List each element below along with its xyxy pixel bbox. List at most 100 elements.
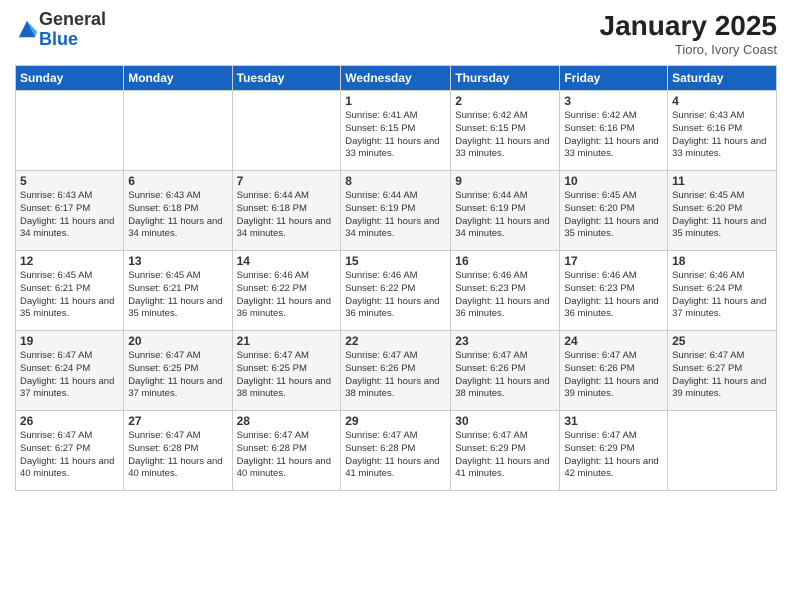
day-info: Sunrise: 6:47 AM Sunset: 6:25 PM Dayligh…: [128, 350, 227, 401]
day-info: Sunrise: 6:44 AM Sunset: 6:18 PM Dayligh…: [237, 190, 337, 241]
col-header-thursday: Thursday: [451, 66, 560, 91]
day-cell: 4Sunrise: 6:43 AM Sunset: 6:16 PM Daylig…: [668, 91, 777, 171]
day-cell: 28Sunrise: 6:47 AM Sunset: 6:28 PM Dayli…: [232, 411, 341, 491]
day-info: Sunrise: 6:47 AM Sunset: 6:29 PM Dayligh…: [455, 430, 555, 481]
day-number: 6: [128, 174, 227, 188]
day-info: Sunrise: 6:46 AM Sunset: 6:22 PM Dayligh…: [345, 270, 446, 321]
day-info: Sunrise: 6:47 AM Sunset: 6:27 PM Dayligh…: [672, 350, 772, 401]
day-cell: 18Sunrise: 6:46 AM Sunset: 6:24 PM Dayli…: [668, 251, 777, 331]
day-number: 31: [564, 414, 663, 428]
day-number: 11: [672, 174, 772, 188]
day-info: Sunrise: 6:45 AM Sunset: 6:20 PM Dayligh…: [672, 190, 772, 241]
day-cell: 21 Sunrise: 6:47 AM Sunset: 6:25 PM Dayli…: [232, 331, 341, 411]
day-cell: 31 Sunrise: 6:47 AM Sunset: 6:29 PM Dayli…: [560, 411, 668, 491]
day-number: 13: [128, 254, 227, 268]
day-number: 5: [20, 174, 119, 188]
col-header-monday: Monday: [124, 66, 232, 91]
day-cell: 5 Sunrise: 6:43 AM Sunset: 6:17 PM Daylig…: [16, 171, 124, 251]
day-number: 27: [128, 414, 227, 428]
day-number: 1: [345, 94, 446, 108]
page-header: General Blue January 2025 Tioro, Ivory C…: [15, 10, 777, 57]
day-cell: 7Sunrise: 6:44 AM Sunset: 6:18 PM Daylig…: [232, 171, 341, 251]
day-info: Sunrise: 6:43 AM Sunset: 6:17 PM Dayligh…: [20, 190, 119, 241]
col-header-wednesday: Wednesday: [341, 66, 451, 91]
day-number: 30: [455, 414, 555, 428]
day-cell: 10 Sunrise: 6:45 AM Sunset: 6:20 PM Dayli…: [560, 171, 668, 251]
day-number: 15: [345, 254, 446, 268]
day-cell: 23Sunrise: 6:47 AM Sunset: 6:26 PM Dayli…: [451, 331, 560, 411]
day-number: 14: [237, 254, 337, 268]
day-cell: 17 Sunrise: 6:46 AM Sunset: 6:23 PM Dayli…: [560, 251, 668, 331]
logo-icon: [17, 19, 37, 41]
day-info: Sunrise: 6:47 AM Sunset: 6:26 PM Dayligh…: [345, 350, 446, 401]
day-number: 21: [237, 334, 337, 348]
day-cell: 30 Sunrise: 6:47 AM Sunset: 6:29 PM Dayli…: [451, 411, 560, 491]
day-number: 29: [345, 414, 446, 428]
week-row-3: 12 Sunrise: 6:45 AM Sunset: 6:21 PM Dayli…: [16, 251, 777, 331]
day-info: Sunrise: 6:43 AM Sunset: 6:16 PM Dayligh…: [672, 110, 772, 161]
day-number: 9: [455, 174, 555, 188]
week-row-1: 1 Sunrise: 6:41 AM Sunset: 6:15 PM Daylig…: [16, 91, 777, 171]
day-cell: 20 Sunrise: 6:47 AM Sunset: 6:25 PM Dayli…: [124, 331, 232, 411]
col-header-tuesday: Tuesday: [232, 66, 341, 91]
day-cell: [668, 411, 777, 491]
day-info: Sunrise: 6:45 AM Sunset: 6:20 PM Dayligh…: [564, 190, 663, 241]
week-row-4: 19Sunrise: 6:47 AM Sunset: 6:24 PM Dayli…: [16, 331, 777, 411]
day-info: Sunrise: 6:43 AM Sunset: 6:18 PM Dayligh…: [128, 190, 227, 241]
day-info: Sunrise: 6:42 AM Sunset: 6:15 PM Dayligh…: [455, 110, 555, 161]
day-cell: 9 Sunrise: 6:44 AM Sunset: 6:19 PM Daylig…: [451, 171, 560, 251]
day-info: Sunrise: 6:42 AM Sunset: 6:16 PM Dayligh…: [564, 110, 663, 161]
day-cell: [232, 91, 341, 171]
day-cell: 14 Sunrise: 6:46 AM Sunset: 6:22 PM Dayli…: [232, 251, 341, 331]
day-info: Sunrise: 6:41 AM Sunset: 6:15 PM Dayligh…: [345, 110, 446, 161]
logo-blue-text: Blue: [39, 29, 78, 49]
day-number: 25: [672, 334, 772, 348]
day-number: 26: [20, 414, 119, 428]
day-cell: 6 Sunrise: 6:43 AM Sunset: 6:18 PM Daylig…: [124, 171, 232, 251]
day-info: Sunrise: 6:46 AM Sunset: 6:23 PM Dayligh…: [564, 270, 663, 321]
title-block: January 2025 Tioro, Ivory Coast: [600, 10, 777, 57]
week-row-5: 26Sunrise: 6:47 AM Sunset: 6:27 PM Dayli…: [16, 411, 777, 491]
day-info: Sunrise: 6:46 AM Sunset: 6:23 PM Dayligh…: [455, 270, 555, 321]
day-info: Sunrise: 6:44 AM Sunset: 6:19 PM Dayligh…: [345, 190, 446, 241]
day-number: 16: [455, 254, 555, 268]
location: Tioro, Ivory Coast: [600, 42, 777, 57]
day-number: 24: [564, 334, 663, 348]
day-number: 2: [455, 94, 555, 108]
day-info: Sunrise: 6:46 AM Sunset: 6:24 PM Dayligh…: [672, 270, 772, 321]
day-info: Sunrise: 6:47 AM Sunset: 6:26 PM Dayligh…: [455, 350, 555, 401]
day-cell: 11 Sunrise: 6:45 AM Sunset: 6:20 PM Dayli…: [668, 171, 777, 251]
day-cell: 19Sunrise: 6:47 AM Sunset: 6:24 PM Dayli…: [16, 331, 124, 411]
day-cell: 12 Sunrise: 6:45 AM Sunset: 6:21 PM Dayli…: [16, 251, 124, 331]
day-cell: 25 Sunrise: 6:47 AM Sunset: 6:27 PM Dayli…: [668, 331, 777, 411]
day-cell: 2 Sunrise: 6:42 AM Sunset: 6:15 PM Daylig…: [451, 91, 560, 171]
day-info: Sunrise: 6:47 AM Sunset: 6:25 PM Dayligh…: [237, 350, 337, 401]
day-number: 10: [564, 174, 663, 188]
day-number: 17: [564, 254, 663, 268]
day-cell: 15 Sunrise: 6:46 AM Sunset: 6:22 PM Dayli…: [341, 251, 451, 331]
day-cell: 27Sunrise: 6:47 AM Sunset: 6:28 PM Dayli…: [124, 411, 232, 491]
day-number: 20: [128, 334, 227, 348]
day-cell: 29 Sunrise: 6:47 AM Sunset: 6:28 PM Dayli…: [341, 411, 451, 491]
day-cell: 8 Sunrise: 6:44 AM Sunset: 6:19 PM Daylig…: [341, 171, 451, 251]
day-cell: 24 Sunrise: 6:47 AM Sunset: 6:26 PM Dayli…: [560, 331, 668, 411]
col-header-saturday: Saturday: [668, 66, 777, 91]
col-header-friday: Friday: [560, 66, 668, 91]
day-number: 22: [345, 334, 446, 348]
day-info: Sunrise: 6:45 AM Sunset: 6:21 PM Dayligh…: [20, 270, 119, 321]
logo-general-text: General: [39, 9, 106, 29]
day-number: 3: [564, 94, 663, 108]
calendar-table: SundayMondayTuesdayWednesdayThursdayFrid…: [15, 65, 777, 491]
day-info: Sunrise: 6:47 AM Sunset: 6:28 PM Dayligh…: [237, 430, 337, 481]
calendar-header-row: SundayMondayTuesdayWednesdayThursdayFrid…: [16, 66, 777, 91]
day-info: Sunrise: 6:44 AM Sunset: 6:19 PM Dayligh…: [455, 190, 555, 241]
day-cell: 13Sunrise: 6:45 AM Sunset: 6:21 PM Dayli…: [124, 251, 232, 331]
day-info: Sunrise: 6:47 AM Sunset: 6:29 PM Dayligh…: [564, 430, 663, 481]
day-cell: 3 Sunrise: 6:42 AM Sunset: 6:16 PM Daylig…: [560, 91, 668, 171]
day-info: Sunrise: 6:47 AM Sunset: 6:26 PM Dayligh…: [564, 350, 663, 401]
week-row-2: 5 Sunrise: 6:43 AM Sunset: 6:17 PM Daylig…: [16, 171, 777, 251]
day-number: 12: [20, 254, 119, 268]
day-number: 8: [345, 174, 446, 188]
day-info: Sunrise: 6:46 AM Sunset: 6:22 PM Dayligh…: [237, 270, 337, 321]
day-info: Sunrise: 6:47 AM Sunset: 6:28 PM Dayligh…: [345, 430, 446, 481]
